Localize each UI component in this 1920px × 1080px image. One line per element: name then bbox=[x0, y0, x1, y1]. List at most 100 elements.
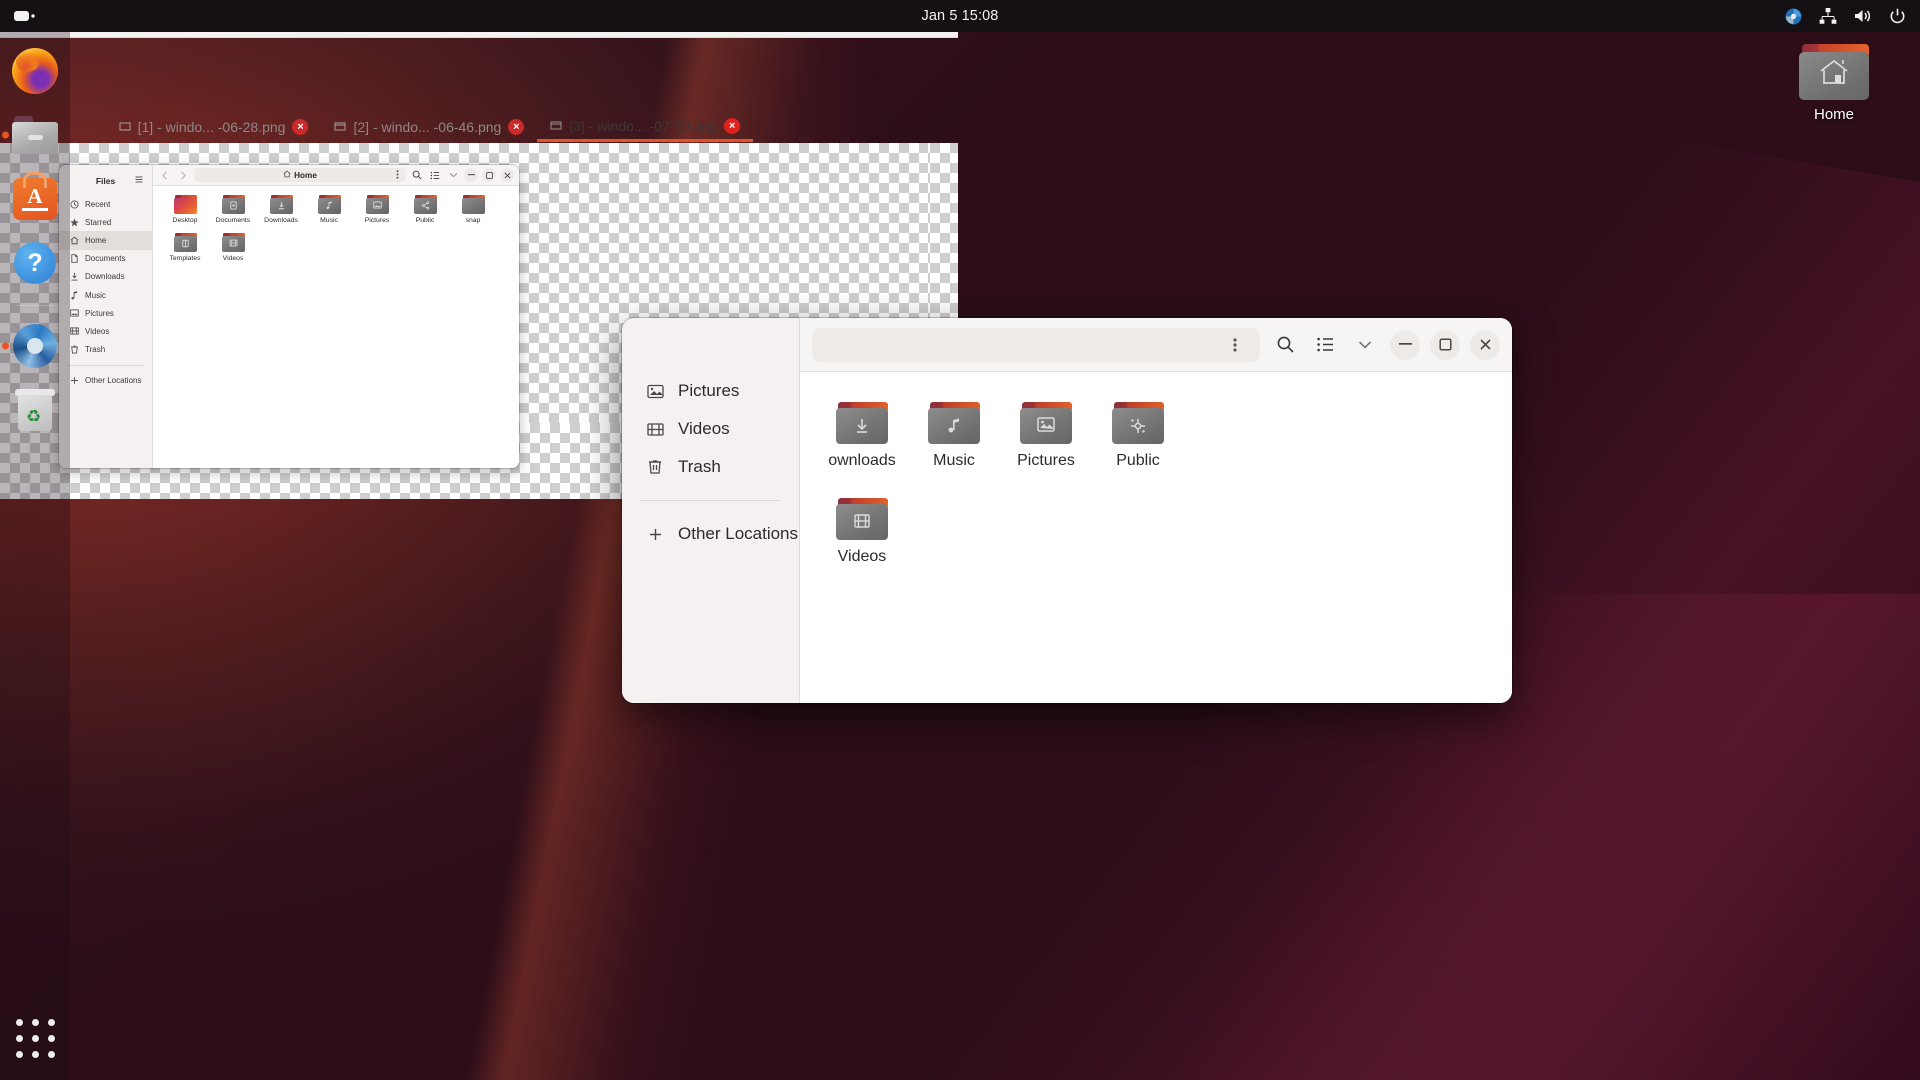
preview-sidebar-item-documents: Documents bbox=[59, 250, 152, 268]
minimize-icon[interactable] bbox=[1390, 330, 1420, 360]
home-folder-icon bbox=[1799, 44, 1869, 100]
close-icon[interactable]: × bbox=[508, 119, 524, 135]
network-icon[interactable] bbox=[1819, 8, 1837, 24]
preview-file-item: Downloads bbox=[257, 195, 305, 224]
preview-file-item: Music bbox=[305, 195, 353, 224]
dock-item-trash[interactable]: ♻ bbox=[9, 384, 61, 436]
files-icon bbox=[12, 116, 58, 154]
sidebar-item-label: Videos bbox=[678, 419, 730, 439]
session-tab-1[interactable]: [1] - windo... -06-28.png × bbox=[106, 112, 322, 142]
preview-sidebar-item-starred: Starred bbox=[59, 213, 152, 231]
close-icon bbox=[500, 168, 514, 182]
preview-sidebar-item-music: Music bbox=[59, 286, 152, 304]
close-icon[interactable]: × bbox=[724, 118, 740, 134]
show-applications-button[interactable] bbox=[13, 1016, 57, 1060]
sidebar-item-label: Other Locations bbox=[678, 524, 798, 544]
preview-file-item: Pictures bbox=[353, 195, 401, 224]
session-tab-2[interactable]: [2] - windo... -06-46.png × bbox=[321, 112, 537, 142]
search-icon[interactable] bbox=[1270, 330, 1300, 360]
file-item[interactable]: Public bbox=[1092, 402, 1184, 470]
image-icon bbox=[69, 308, 79, 318]
shutter-icon bbox=[13, 324, 57, 368]
shutter-tray-icon[interactable] bbox=[1785, 8, 1802, 25]
folder-icon-snap bbox=[462, 195, 485, 214]
sidebar-item-other-locations[interactable]: Other Locations bbox=[622, 515, 799, 553]
minimize-icon bbox=[464, 168, 478, 182]
file-label: Videos bbox=[816, 548, 908, 566]
music-icon bbox=[69, 290, 79, 300]
ubuntu-dock: A ? ♻ bbox=[0, 32, 70, 1080]
trash-icon bbox=[646, 458, 665, 477]
preview-path-bar: Home bbox=[194, 168, 406, 182]
file-label: Pictures bbox=[1000, 452, 1092, 470]
file-item[interactable]: Videos bbox=[816, 498, 908, 566]
preview-file-item: Public bbox=[401, 195, 449, 224]
sidebar-item-videos[interactable]: Videos bbox=[622, 410, 799, 448]
session-tab-label: [1] - windo... -06-28.png bbox=[138, 119, 286, 135]
session-tab-label: [2] - windo... -06-46.png bbox=[353, 119, 501, 135]
files-headerbar bbox=[800, 318, 1512, 372]
preview-file-item: Videos bbox=[209, 233, 257, 262]
file-item[interactable]: ownloads bbox=[816, 402, 908, 470]
video-icon bbox=[646, 420, 665, 439]
view-list-icon[interactable] bbox=[1310, 330, 1340, 360]
preview-files-window: Files Recent bbox=[59, 165, 519, 468]
folder-icon-downloads bbox=[270, 195, 293, 214]
star-icon bbox=[69, 217, 79, 227]
chevron-down-icon[interactable] bbox=[1350, 330, 1380, 360]
preview-sidebar-item-recent: Recent bbox=[59, 195, 152, 213]
ubuntu-software-icon: A bbox=[13, 178, 57, 220]
firefox-icon bbox=[12, 48, 58, 94]
folder-icon bbox=[836, 402, 888, 444]
preview-sidebar-item-downloads: Downloads bbox=[59, 268, 152, 286]
document-icon bbox=[69, 254, 79, 264]
video-icon bbox=[69, 326, 79, 336]
file-item[interactable]: Music bbox=[908, 402, 1000, 470]
preview-sidebar: Files Recent bbox=[59, 165, 153, 468]
sidebar-item-pictures[interactable]: Pictures bbox=[622, 372, 799, 410]
dock-item-help[interactable]: ? bbox=[9, 237, 61, 289]
chevron-down-icon bbox=[446, 168, 460, 182]
close-icon[interactable]: × bbox=[292, 119, 308, 135]
power-icon[interactable] bbox=[1889, 8, 1906, 25]
download-icon bbox=[69, 272, 79, 282]
session-tab-3[interactable]: [3] - windo... -07-00.png × bbox=[537, 112, 753, 142]
thumbnail-icon bbox=[550, 118, 562, 134]
close-icon[interactable] bbox=[1470, 330, 1500, 360]
folder-icon-videos bbox=[222, 233, 245, 252]
preview-sidebar-item-trash: Trash bbox=[59, 341, 152, 359]
thumbnail-icon bbox=[119, 119, 131, 135]
dock-item-shutter[interactable] bbox=[9, 320, 61, 372]
home-icon bbox=[69, 235, 79, 245]
preview-file-item: snap bbox=[449, 195, 497, 224]
files-main-area: ownloads Music Pictures Public bbox=[800, 318, 1512, 703]
files-icon-grid: ownloads Music Pictures Public bbox=[800, 372, 1512, 594]
preview-file-item: Templates bbox=[161, 233, 209, 262]
running-indicator bbox=[2, 343, 9, 350]
dock-item-files[interactable] bbox=[9, 109, 61, 161]
desktop-icon-home[interactable]: Home bbox=[1780, 44, 1888, 123]
volume-icon[interactable] bbox=[1854, 8, 1872, 24]
dock-item-firefox[interactable] bbox=[9, 45, 61, 97]
file-label: Music bbox=[908, 452, 1000, 470]
menu-dots-icon bbox=[396, 170, 399, 181]
preview-sidebar-item-videos: Videos bbox=[59, 322, 152, 340]
forward-icon bbox=[176, 168, 190, 182]
files-window-background[interactable]: Pictures Videos Trash Other Locations bbox=[622, 318, 1512, 703]
panel-clock[interactable]: Jan 5 15:08 bbox=[0, 8, 1920, 24]
folder-icon bbox=[928, 402, 980, 444]
menu-dots-icon[interactable] bbox=[1220, 330, 1250, 360]
maximize-icon[interactable] bbox=[1430, 330, 1460, 360]
dock-item-ubuntu-software[interactable]: A bbox=[9, 173, 61, 225]
panel-right-indicators bbox=[1785, 8, 1906, 25]
file-label: ownloads bbox=[816, 452, 908, 470]
preview-headerbar: Home bbox=[153, 165, 519, 186]
home-icon bbox=[283, 170, 291, 180]
session-tab-label: [3] - windo... -07-00.png bbox=[569, 118, 717, 134]
folder-icon-documents bbox=[222, 195, 245, 214]
sidebar-item-trash[interactable]: Trash bbox=[622, 448, 799, 486]
file-item[interactable]: Pictures bbox=[1000, 402, 1092, 470]
folder-icon-music bbox=[318, 195, 341, 214]
path-bar[interactable] bbox=[812, 328, 1260, 362]
sidebar-item-label: Pictures bbox=[678, 381, 739, 401]
